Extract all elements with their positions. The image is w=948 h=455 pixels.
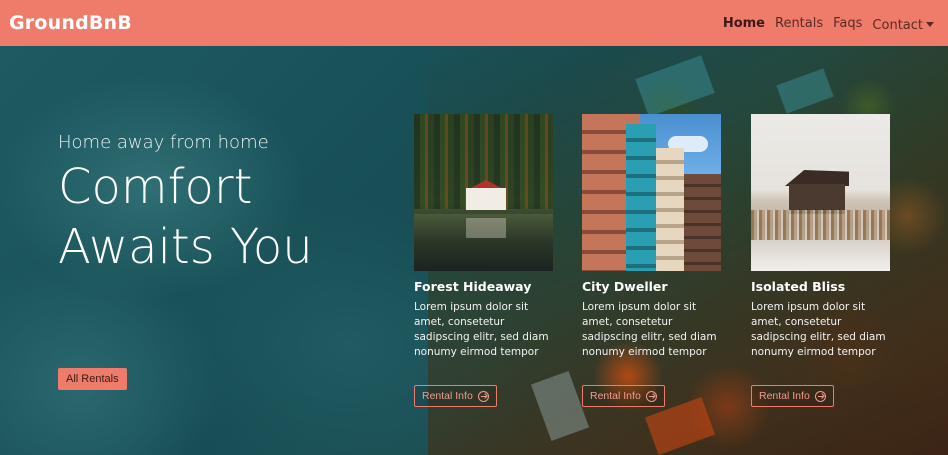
- nav-link-home[interactable]: Home: [723, 16, 765, 31]
- rental-info-button[interactable]: Rental Info: [751, 385, 834, 407]
- navbar: GroundBnB Home Rentals Faqs Contact: [0, 0, 948, 46]
- rental-card-title: Forest Hideaway: [414, 279, 532, 294]
- rental-image-forest: [414, 114, 553, 271]
- rental-card-cabin: Isolated Bliss Lorem ipsum dolor sit ame…: [751, 114, 891, 407]
- all-rentals-button[interactable]: All Rentals: [58, 368, 127, 390]
- rental-card-text: Lorem ipsum dolor sit amet, consetetur s…: [751, 301, 886, 358]
- nav-links: Home Rentals Faqs Contact: [723, 14, 934, 33]
- rental-card-text: Lorem ipsum dolor sit amet, consetetur s…: [414, 301, 549, 358]
- rental-info-button[interactable]: Rental Info: [582, 385, 665, 407]
- rental-card-text: Lorem ipsum dolor sit amet, consetetur s…: [582, 301, 717, 358]
- caret-down-icon: [926, 21, 934, 27]
- arrow-right-circle-icon: [814, 390, 826, 402]
- rental-info-label: Rental Info: [590, 390, 641, 402]
- rental-card-forest: Forest Hideaway Lorem ipsum dolor sit am…: [414, 114, 554, 407]
- rental-info-label: Rental Info: [422, 390, 473, 402]
- arrow-right-circle-icon: [645, 390, 657, 402]
- nav-link-rentals[interactable]: Rentals: [775, 16, 823, 31]
- nav-link-faqs[interactable]: Faqs: [833, 16, 862, 31]
- rental-card-title: Isolated Bliss: [751, 279, 846, 294]
- brand-logo[interactable]: GroundBnB: [9, 12, 132, 34]
- nav-dropdown-contact[interactable]: Contact: [872, 14, 934, 33]
- hero-headline: Comfort Awaits You: [58, 159, 313, 275]
- arrow-right-circle-icon: [477, 390, 489, 402]
- rental-info-label: Rental Info: [759, 390, 810, 402]
- rental-card-city: City Dweller Lorem ipsum dolor sit amet,…: [582, 114, 722, 407]
- hero-text: Home away from home Comfort Awaits You: [58, 132, 318, 277]
- rental-card-title: City Dweller: [582, 279, 668, 294]
- rental-info-button[interactable]: Rental Info: [414, 385, 497, 407]
- hero-subtitle: Home away from home: [58, 132, 269, 153]
- rental-image-cabin: [751, 114, 890, 271]
- nav-link-contact[interactable]: Contact: [872, 18, 923, 33]
- rental-image-city: [582, 114, 721, 271]
